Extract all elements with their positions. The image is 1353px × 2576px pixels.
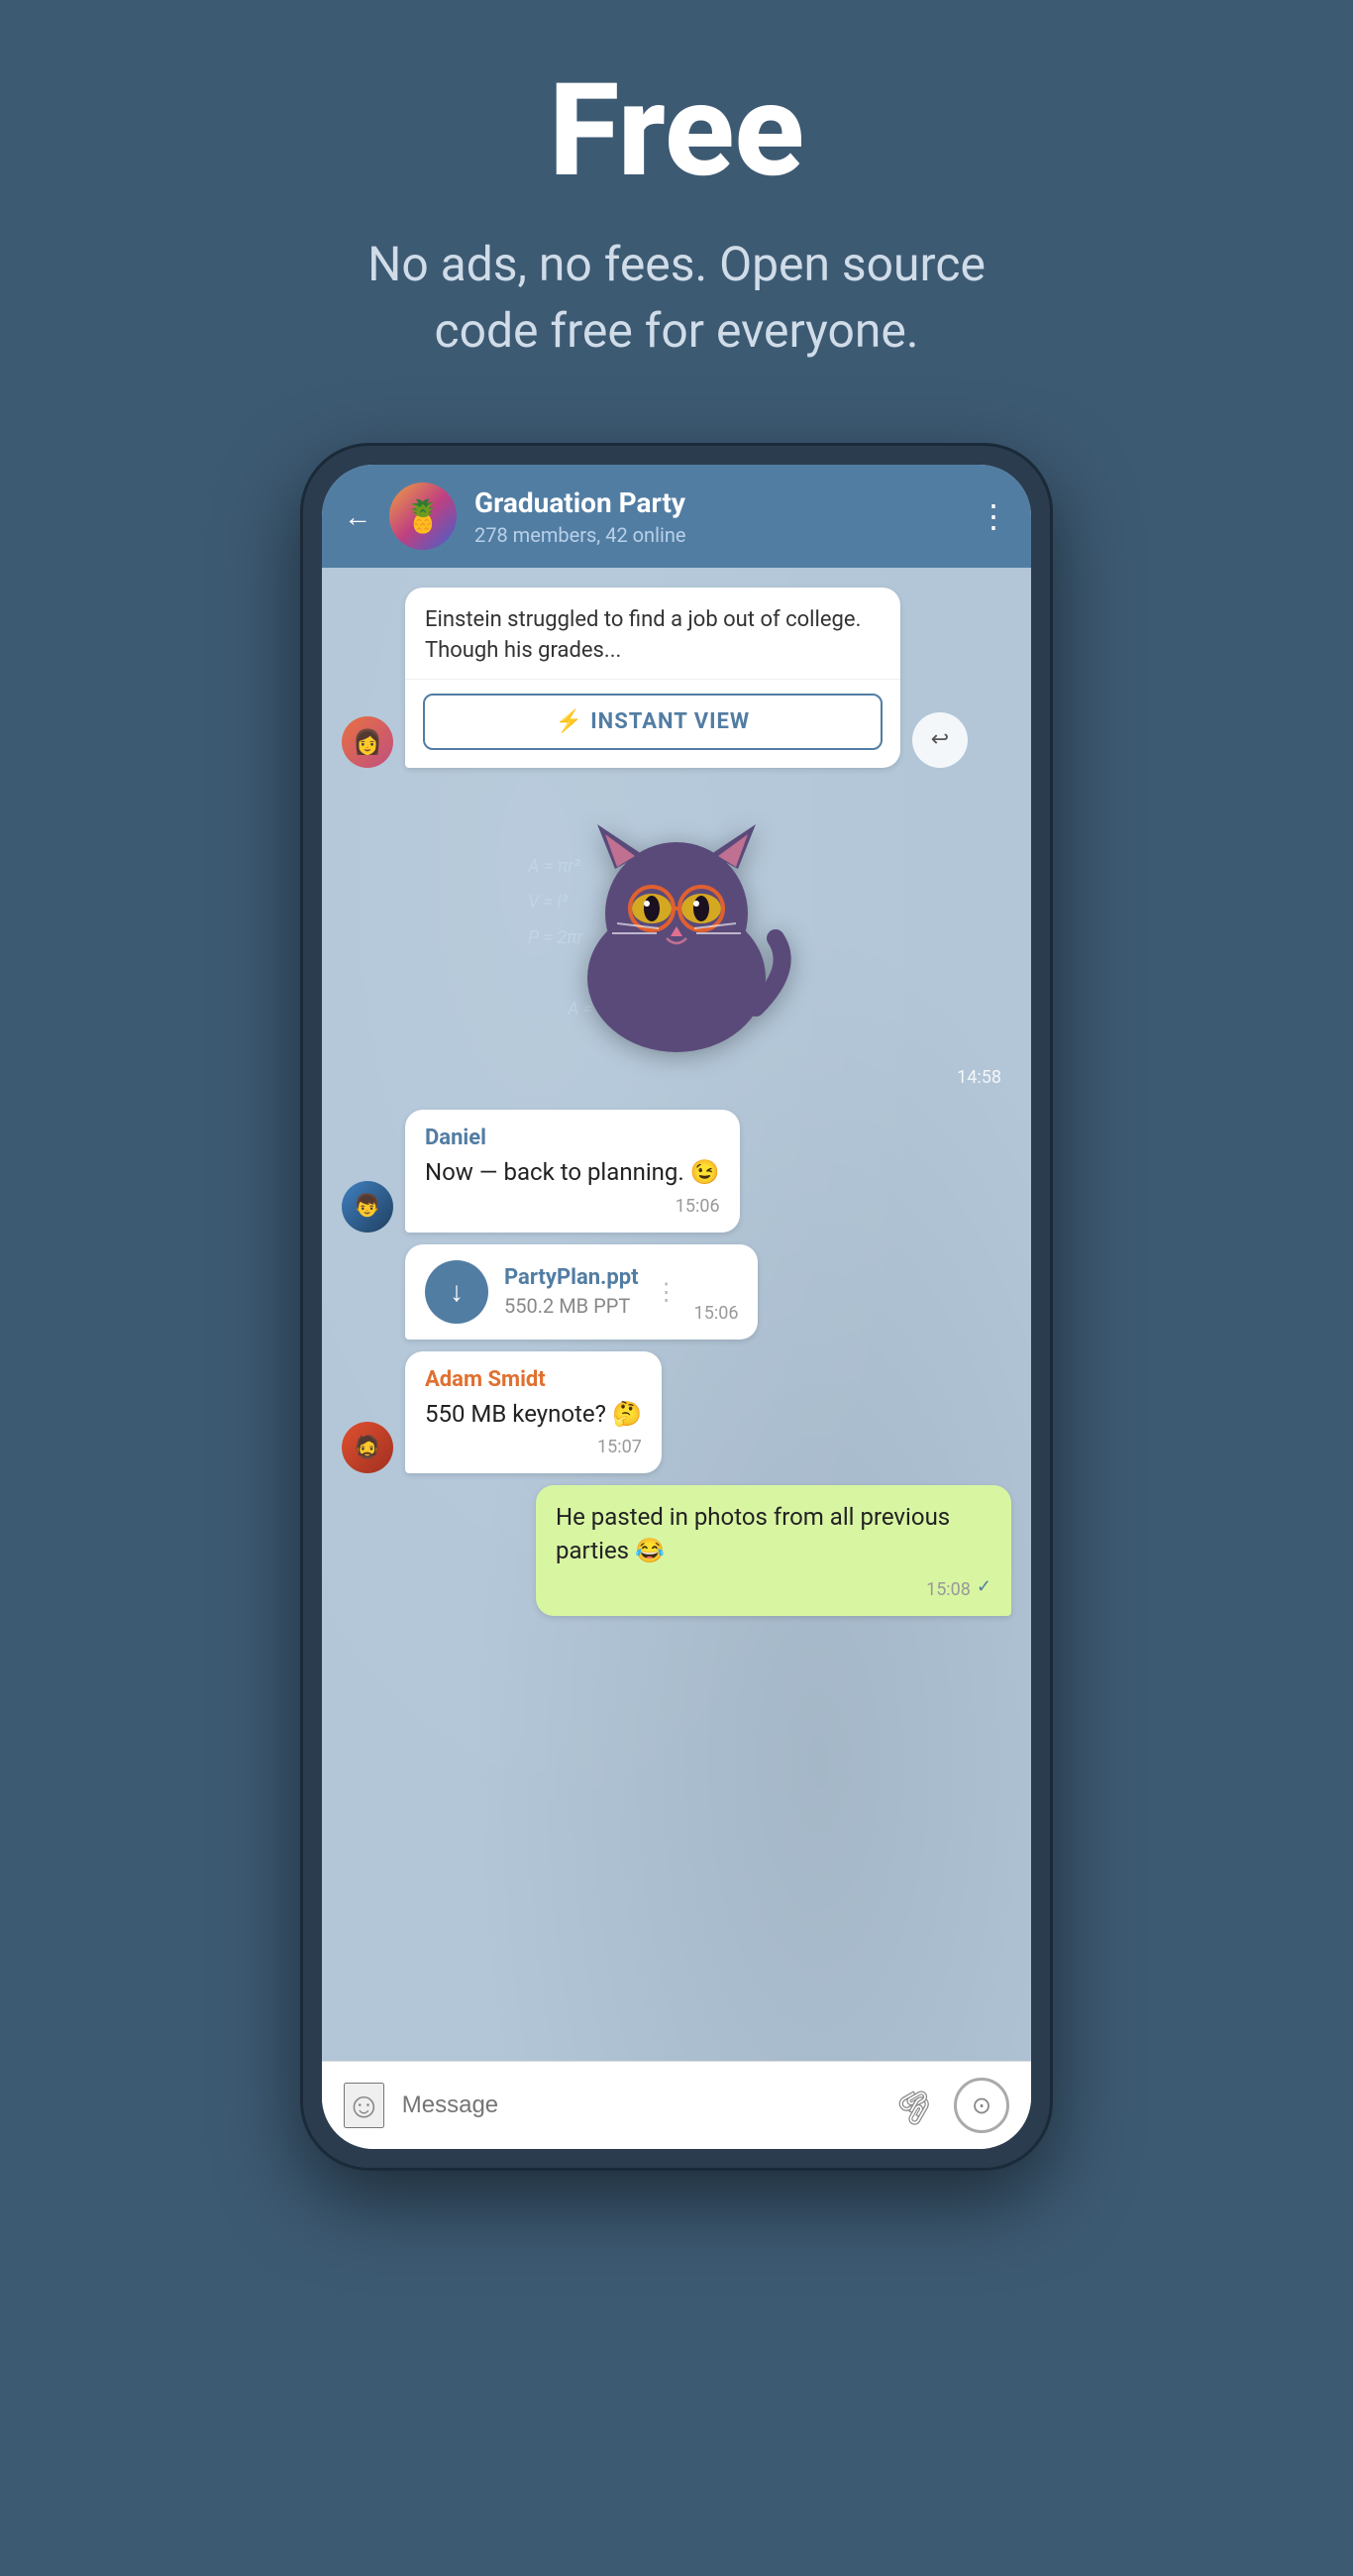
sender-name: Daniel	[425, 1126, 720, 1150]
message-time: 15:07	[425, 1437, 642, 1457]
sticker-area: A = πr² V = l³ P = 2πr s = √(r² + h²) A …	[342, 780, 1011, 1098]
hero-subtitle: No ads, no fees. Open source code free f…	[340, 231, 1013, 364]
emoji-button[interactable]: ☺	[344, 2083, 384, 2128]
cat-sticker	[538, 800, 815, 1077]
sender-name: Adam Smidt	[425, 1367, 642, 1392]
phone-mockup: ← 🍍 Graduation Party 278 members, 42 onl…	[300, 443, 1053, 2171]
download-button[interactable]: ↓	[425, 1260, 488, 1324]
hero-title: Free	[549, 59, 804, 201]
share-icon: ↩	[931, 727, 949, 752]
input-bar: ☺ 🖇 ⊙	[322, 2061, 1031, 2149]
more-button[interactable]: ⋮	[978, 497, 1009, 535]
message-input[interactable]	[402, 2092, 879, 2119]
chat-meta: 278 members, 42 online	[474, 523, 960, 547]
group-avatar: 🍍	[389, 483, 457, 550]
instant-view-button[interactable]: ⚡ INSTANT VIEW	[423, 694, 883, 750]
instant-view-label: INSTANT VIEW	[590, 709, 750, 734]
avatar: 👩	[342, 716, 393, 768]
message-row: 🧔 Adam Smidt 550 MB keynote? 🤔 15:07	[342, 1351, 1011, 1474]
message-bubble: Adam Smidt 550 MB keynote? 🤔 15:07	[405, 1351, 662, 1474]
message-row: ↓ PartyPlan.ppt 550.2 MB PPT ⋮ 15:06	[342, 1244, 1011, 1340]
chat-header: ← 🍍 Graduation Party 278 members, 42 onl…	[322, 465, 1031, 568]
lightning-icon: ⚡	[556, 709, 582, 734]
attach-button[interactable]: 🖇	[888, 2079, 944, 2134]
chat-info: Graduation Party 278 members, 42 online	[474, 486, 960, 547]
back-button[interactable]: ←	[344, 500, 371, 533]
sticker-message: A = πr² V = l³ P = 2πr s = √(r² + h²) A …	[508, 790, 845, 1087]
read-checkmark: ✓	[977, 1576, 991, 1597]
message-text: Now — back to planning. 😉	[425, 1156, 720, 1190]
message-text: He pasted in photos from all previous pa…	[556, 1501, 991, 1567]
message-row: 👦 Daniel Now — back to planning. 😉 15:06	[342, 1110, 1011, 1233]
avatar: 👦	[342, 1181, 393, 1233]
own-message-bubble: He pasted in photos from all previous pa…	[536, 1485, 1011, 1616]
file-info: PartyPlan.ppt 550.2 MB PPT	[504, 1265, 639, 1318]
instant-view-text: Einstein struggled to find a job out of …	[405, 588, 900, 680]
camera-icon: ⊙	[972, 2092, 991, 2119]
file-name: PartyPlan.ppt	[504, 1265, 639, 1290]
file-bubble: ↓ PartyPlan.ppt 550.2 MB PPT ⋮ 15:06	[405, 1244, 758, 1340]
file-size: 550.2 MB PPT	[504, 1294, 639, 1318]
sticker-time: 14:58	[957, 1067, 1011, 1088]
message-bubble: Daniel Now — back to planning. 😉 15:06	[405, 1110, 740, 1233]
instant-view-card: Einstein struggled to find a job out of …	[405, 588, 900, 768]
message-time: 15:06	[694, 1303, 739, 1324]
chat-name: Graduation Party	[474, 486, 960, 519]
message-time: 15:06	[425, 1196, 720, 1217]
message-row: 👩 Einstein struggled to find a job out o…	[342, 588, 1011, 768]
file-menu-button[interactable]: ⋮	[655, 1278, 678, 1306]
download-icon: ↓	[450, 1275, 464, 1308]
message-meta: 15:08 ✓	[556, 1573, 991, 1600]
message-row: He pasted in photos from all previous pa…	[342, 1485, 1011, 1616]
chat-body: 👩 Einstein struggled to find a job out o…	[322, 568, 1031, 2061]
avatar: 🧔	[342, 1422, 393, 1473]
camera-button[interactable]: ⊙	[954, 2078, 1009, 2133]
message-time: 15:08	[926, 1579, 971, 1600]
phone-screen: ← 🍍 Graduation Party 278 members, 42 onl…	[322, 465, 1031, 2149]
message-text: 550 MB keynote? 🤔	[425, 1398, 642, 1432]
share-button[interactable]: ↩	[912, 712, 968, 768]
